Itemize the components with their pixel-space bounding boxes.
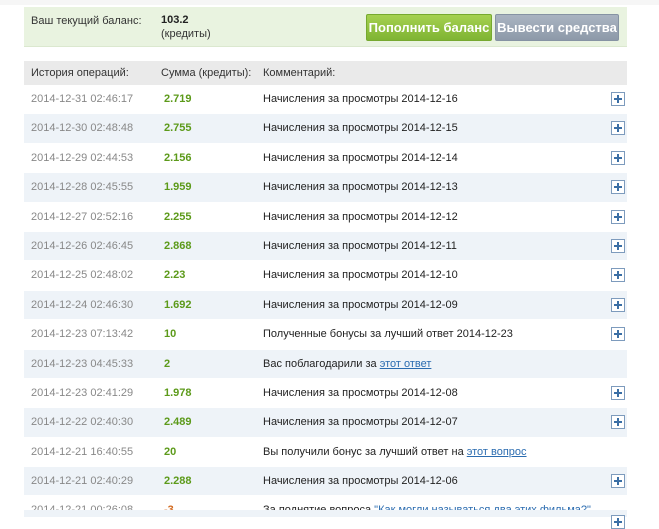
- transactions-table: История операций: Сумма (кредиты): Комме…: [24, 61, 627, 526]
- table-row: 2014-12-23 07:13:42 10 Полученные бонусы з…: [24, 320, 627, 350]
- comment-text: Начисления за просмотры 2014-12-12: [263, 210, 458, 223]
- transaction-amount: 2.755: [164, 122, 192, 135]
- comment-text: Вас поблагодарили за: [263, 357, 380, 370]
- balance-value: 103.2: [161, 14, 189, 26]
- transaction-amount: 2.489: [164, 416, 192, 429]
- column-header-amount: Сумма (кредиты):: [161, 67, 252, 79]
- comment-text: Вы получили бонус за лучший ответ на: [263, 445, 467, 458]
- table-row: 2014-12-21 02:40:29 2.288 Начисления за пр…: [24, 467, 627, 497]
- plus-icon[interactable]: [611, 92, 625, 106]
- transaction-amount: 1.959: [164, 181, 192, 194]
- table-row: 2014-12-22 02:40:30 2.489 Начисления за пр…: [24, 408, 627, 438]
- balance-unit: (кредиты): [161, 28, 211, 40]
- transaction-date: 2014-12-21 16:40:55: [31, 445, 134, 458]
- comment-link[interactable]: этот вопрос: [467, 446, 527, 458]
- transaction-comment: Начисления за просмотры 2014-12-13: [263, 181, 458, 193]
- transaction-comment: Начисления за просмотры 2014-12-12: [263, 211, 458, 223]
- transaction-comment: Вас поблагодарили за этот ответ: [263, 358, 431, 370]
- table-row-partial: [24, 510, 627, 529]
- transaction-comment: Вы получили бонус за лучший ответ на это…: [263, 446, 527, 458]
- topup-balance-button[interactable]: Пополнить баланс: [366, 14, 492, 41]
- column-header-comment: Комментарий:: [263, 67, 336, 79]
- plus-icon[interactable]: [611, 150, 625, 165]
- comment-text: Начисления за просмотры 2014-12-11: [263, 239, 457, 252]
- plus-icon[interactable]: [611, 180, 625, 195]
- transaction-date: 2014-12-23 04:45:33: [31, 357, 134, 370]
- transaction-date: 2014-12-26 02:46:45: [31, 239, 134, 252]
- table-row: 2014-12-23 04:45:33 2 Вас поблагодарили за…: [24, 349, 627, 379]
- transaction-date: 2014-12-24 02:46:30: [31, 298, 134, 311]
- transaction-amount: 2: [164, 357, 171, 370]
- column-header-history: История операций:: [31, 67, 129, 79]
- transaction-date: 2014-12-31 02:46:17: [31, 93, 134, 105]
- transaction-comment: Начисления за просмотры 2014-12-07: [263, 416, 458, 428]
- transaction-date: 2014-12-23 07:13:42: [31, 328, 134, 341]
- transaction-amount: 2.156: [164, 151, 192, 164]
- table-row: 2014-12-27 02:52:16 2.255 Начисления за пр…: [24, 202, 627, 232]
- table-row: 2014-12-31 02:46:17 2.719 Начисления за пр…: [24, 85, 627, 115]
- transaction-date: 2014-12-27 02:52:16: [31, 210, 134, 223]
- transaction-comment: Начисления за просмотры 2014-12-10: [263, 269, 458, 281]
- balance-panel: Ваш текущий баланс: 103.2 (кредиты) Попо…: [24, 7, 627, 47]
- table-row: 2014-12-28 02:45:55 1.959 Начисления за пр…: [24, 173, 627, 203]
- transaction-comment: Начисления за просмотры 2014-12-11: [263, 240, 457, 252]
- table-row: 2014-12-30 02:48:48 2.755 Начисления за пр…: [24, 114, 627, 144]
- top-shade: [0, 0, 659, 5]
- transaction-amount: 2.255: [164, 210, 192, 223]
- comment-text: Начисления за просмотры 2014-12-07: [263, 416, 458, 429]
- transaction-date: 2014-12-28 02:45:55: [31, 181, 134, 194]
- transaction-amount: 1.692: [164, 298, 192, 311]
- plus-icon[interactable]: [611, 515, 625, 529]
- transaction-amount: 1.978: [164, 386, 192, 399]
- comment-text: Начисления за просмотры 2014-12-06: [263, 475, 458, 488]
- comment-text: Начисления за просмотры 2014-12-14: [263, 151, 458, 164]
- plus-icon[interactable]: [611, 327, 625, 342]
- transaction-comment: Полученные бонусы за лучший ответ 2014-1…: [263, 328, 513, 340]
- transaction-amount: 2.23: [164, 269, 186, 282]
- transaction-date: 2014-12-25 02:48:02: [31, 269, 134, 282]
- comment-text: Начисления за просмотры 2014-12-13: [263, 181, 458, 194]
- table-row: 2014-12-21 16:40:55 20 Вы получили бонус з…: [24, 437, 627, 468]
- comment-text: Начисления за просмотры 2014-12-10: [263, 269, 458, 282]
- table-row: 2014-12-23 02:41:29 1.978 Начисления за пр…: [24, 378, 627, 409]
- table-row: 2014-12-29 02:44:53 2.156 Начисления за пр…: [24, 143, 627, 174]
- plus-icon[interactable]: [611, 209, 625, 224]
- transaction-comment: Начисления за просмотры 2014-12-16: [263, 93, 458, 105]
- transaction-amount: 10: [164, 328, 177, 341]
- comment-text: Начисления за просмотры 2014-12-15: [263, 122, 458, 135]
- transaction-date: 2014-12-23 02:41:29: [31, 386, 134, 399]
- transaction-amount: 20: [164, 445, 177, 458]
- transaction-comment: Начисления за просмотры 2014-12-08: [263, 387, 458, 399]
- table-header: История операций: Сумма (кредиты): Комме…: [24, 61, 627, 85]
- transaction-amount: 2.719: [164, 93, 192, 105]
- transaction-amount: 2.868: [164, 239, 192, 252]
- comment-text: Начисления за просмотры 2014-12-09: [263, 298, 458, 311]
- transaction-comment: Начисления за просмотры 2014-12-09: [263, 299, 458, 311]
- plus-icon[interactable]: [611, 474, 625, 489]
- transaction-date: 2014-12-21 02:40:29: [31, 475, 134, 488]
- table-body: 2014-12-31 02:46:17 2.719 Начисления за пр…: [24, 85, 627, 526]
- transaction-comment: Начисления за просмотры 2014-12-06: [263, 475, 458, 487]
- transaction-amount: 2.288: [164, 475, 192, 488]
- table-row: 2014-12-25 02:48:02 2.23 Начисления за про…: [24, 261, 627, 291]
- comment-text: Начисления за просмотры 2014-12-16: [263, 93, 458, 105]
- plus-icon[interactable]: [611, 268, 625, 283]
- table-row: 2014-12-24 02:46:30 1.692 Начисления за пр…: [24, 290, 627, 321]
- table-row: 2014-12-26 02:46:45 2.868 Начисления за пр…: [24, 231, 627, 262]
- transaction-date: 2014-12-22 02:40:30: [31, 416, 134, 429]
- balance-label: Ваш текущий баланс:: [31, 15, 142, 27]
- plus-icon[interactable]: [611, 238, 625, 253]
- transaction-date: 2014-12-30 02:48:48: [31, 122, 134, 135]
- comment-text: Начисления за просмотры 2014-12-08: [263, 386, 458, 399]
- plus-icon[interactable]: [611, 385, 625, 400]
- plus-icon[interactable]: [611, 415, 625, 430]
- transaction-comment: Начисления за просмотры 2014-12-14: [263, 152, 458, 164]
- comment-text: Полученные бонусы за лучший ответ 2014-1…: [263, 328, 513, 341]
- transaction-date: 2014-12-29 02:44:53: [31, 151, 134, 164]
- withdraw-funds-button[interactable]: Вывести средства: [495, 14, 619, 41]
- comment-link[interactable]: этот ответ: [380, 358, 432, 370]
- plus-icon[interactable]: [611, 297, 625, 312]
- plus-icon[interactable]: [611, 121, 625, 136]
- transaction-comment: Начисления за просмотры 2014-12-15: [263, 122, 458, 134]
